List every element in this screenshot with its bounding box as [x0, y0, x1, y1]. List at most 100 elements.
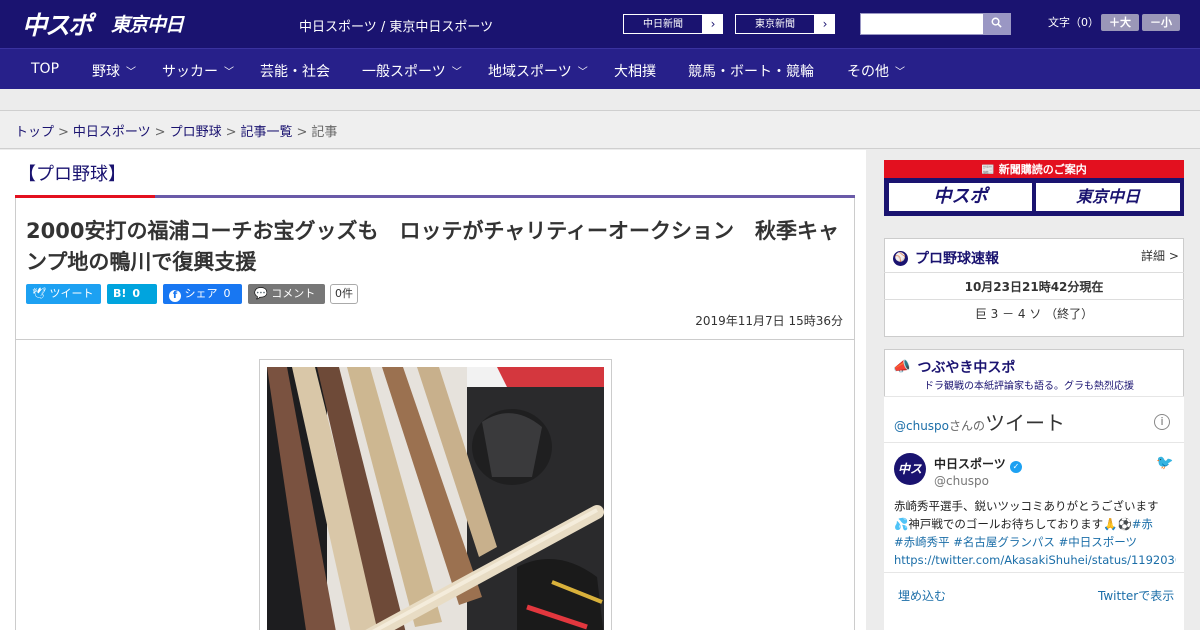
nav-item-local-sports[interactable]: 地域スポーツ ﹀ — [488, 61, 588, 81]
twitter-bird-icon: 🕊 — [32, 287, 46, 300]
article-date: 2019年11月7日 15時36分 — [695, 314, 843, 328]
nav-item-label: 一般スポーツ — [362, 64, 446, 80]
tweet-label: ツイート — [49, 287, 94, 300]
main-nav: TOP 野球 ﹀ サッカー ﹀ 芸能・社会 一般スポーツ ﹀ 地域スポーツ ﹀ 大相撲 … — [0, 48, 1200, 89]
nav-item-label: その他 — [847, 64, 889, 80]
tokyo-shimbun-button[interactable]: 東京新聞 › — [734, 13, 836, 35]
comment-button[interactable]: 💬 コメント — [248, 284, 325, 304]
newspaper-icon: 📰 — [981, 163, 995, 176]
nav-item-racing[interactable]: 競馬・ボート・競輪 — [688, 61, 814, 81]
facebook-count: 0 — [223, 287, 231, 300]
search-input[interactable] — [861, 14, 983, 34]
score-widget-header: ⚾ プロ野球速報 — [893, 248, 999, 268]
subscription-title-text: 新聞購読のご案内 — [998, 163, 1087, 176]
breadcrumb-separator: > — [58, 125, 69, 140]
nav-item-label: 芸能・社会 — [260, 64, 330, 80]
article-category: 【プロ野球】 — [18, 164, 126, 185]
top-header: 中スポ 東京中日 中日スポーツ / 東京中日スポーツ 中日新聞 › 東京新聞 ›… — [0, 0, 1200, 48]
font-size-label: 文字（0） — [1048, 16, 1099, 29]
hatena-bookmark-button[interactable]: B! 0 — [107, 284, 157, 304]
tokyo-chunichi-logo[interactable]: 東京中日 — [111, 10, 209, 44]
score-detail-link[interactable]: 詳細 > — [1141, 247, 1179, 264]
chevron-right-icon: › — [710, 17, 716, 31]
account-avatar[interactable]: 中ス — [894, 453, 926, 485]
breadcrumb-article-list[interactable]: 記事一覧 — [241, 125, 293, 140]
score-widget-title: プロ野球速報 — [915, 251, 999, 267]
speech-bubble-icon: 💬 — [254, 287, 268, 300]
facebook-icon: f — [169, 290, 181, 302]
score-game-result[interactable]: 巨 3 － 4 ソ （終了） — [884, 305, 1184, 322]
timeline-tweets-word: ツイート — [985, 411, 1066, 435]
subscription-title: 📰 新聞購読のご案内 — [884, 161, 1184, 177]
chuspo-logo[interactable]: 中スポ — [22, 6, 102, 40]
nav-item-label: 大相撲 — [614, 64, 656, 80]
tweet-account-name[interactable]: 中日スポーツ ✓ — [934, 455, 1022, 473]
tweet-text-line-2: 💦神戸戦でのゴールお待ちしております🙏⚽#赤 — [894, 515, 1176, 533]
nav-item-label: 競馬・ボート・競輪 — [688, 64, 814, 80]
timeline-handle[interactable]: @chuspo — [894, 419, 949, 433]
nav-item-general-sports[interactable]: 一般スポーツ ﹀ — [362, 61, 462, 81]
tweet-account-handle[interactable]: @chuspo — [934, 474, 989, 488]
search-form — [860, 13, 1011, 35]
tweet-link[interactable]: https://twitter.com/AkasakiShuhei/status… — [894, 551, 1176, 569]
breadcrumb-separator: > — [296, 125, 308, 140]
baseball-bats-photo[interactable] — [267, 367, 604, 630]
megaphone-icon: 📣 — [893, 359, 911, 375]
chevron-right-icon: › — [822, 17, 828, 31]
nav-item-label: 地域スポーツ — [488, 64, 572, 80]
comment-label: コメント — [271, 287, 316, 300]
tweet-hashtags[interactable]: #赤崎秀平 #名古屋グランパス #中日スポーツ — [894, 533, 1176, 551]
nav-item-entertainment[interactable]: 芸能・社会 — [260, 61, 330, 81]
breadcrumb-top[interactable]: トップ — [15, 125, 54, 140]
nav-item-top[interactable]: TOP — [31, 61, 59, 77]
breadcrumb-current: 記事 — [311, 125, 338, 140]
chunichi-shimbun-button[interactable]: 中日新聞 › — [622, 13, 724, 35]
hatena-label: B! — [113, 287, 127, 300]
facebook-share-button[interactable]: f シェア 0 — [163, 284, 242, 304]
chevron-down-icon: ﹀ — [451, 67, 462, 78]
ad-strip — [0, 89, 1200, 111]
nav-item-soccer[interactable]: サッカー ﹀ — [162, 61, 234, 81]
timeline-footer-divider — [884, 572, 1184, 573]
chevron-down-icon: ﹀ — [577, 67, 588, 78]
tweet-widget-subtitle: ドラ観戦の本紙評論家も語る。グラも熱烈応援 — [924, 381, 1134, 392]
search-icon — [991, 17, 1002, 28]
tweet-text-line-2-text: 💦神戸戦でのゴールお待ちしております🙏⚽ — [894, 517, 1132, 531]
tweet-text: 赤崎秀平選手、鋭いツッコミありがとうございます 💦神戸戦でのゴールお待ちしており… — [894, 497, 1176, 569]
breadcrumb-separator: > — [154, 125, 166, 140]
subscribe-tokyo-chunichi-logo[interactable]: 東京中日 — [1036, 183, 1180, 211]
tweet-widget-title: つぶやき中スポ — [917, 360, 1016, 376]
timeline-header: @chuspoさんのツイート — [894, 407, 1065, 436]
twitter-bird-icon: 🐦 — [1156, 455, 1174, 471]
view-on-twitter-link[interactable]: Twitterで表示 — [1098, 587, 1174, 604]
nav-item-baseball[interactable]: 野球 ﹀ — [92, 61, 136, 81]
search-button[interactable] — [983, 14, 1010, 34]
comment-count: 0件 — [330, 284, 358, 304]
chevron-down-icon: ﹀ — [126, 67, 136, 78]
nav-item-sumo[interactable]: 大相撲 — [614, 61, 656, 81]
embed-link[interactable]: 埋め込む — [898, 587, 946, 604]
article-photo-frame — [259, 359, 612, 630]
breadcrumb-pro-baseball[interactable]: プロ野球 — [170, 125, 222, 140]
tweet-hashtag-prefix[interactable]: #赤 — [1132, 517, 1153, 531]
tokyo-shimbun-label: 東京新聞 — [735, 14, 815, 34]
tweet-widget-header: 📣 つぶやき中スポ — [893, 357, 1015, 377]
font-smaller-button[interactable]: －小 — [1142, 14, 1180, 31]
facebook-label: シェア — [184, 287, 218, 300]
hatena-count: 0 — [132, 287, 141, 300]
info-icon[interactable]: i — [1154, 414, 1170, 430]
site-title[interactable]: 中日スポーツ / 東京中日スポーツ — [299, 16, 493, 35]
article-headline: 2000安打の福浦コーチお宝グッズも ロッテがチャリティーオークション 秋季キャ… — [26, 219, 839, 274]
font-bigger-button[interactable]: ＋大 — [1101, 14, 1139, 31]
chevron-down-icon: ﹀ — [895, 67, 905, 78]
nav-item-other[interactable]: その他 ﹀ — [847, 61, 905, 81]
chunichi-shimbun-label: 中日新聞 — [623, 14, 703, 34]
timeline-handle-suffix: さんの — [949, 419, 986, 433]
baseball-icon: ⚾ — [893, 250, 908, 266]
subscribe-chuspo-logo[interactable]: 中スポ — [889, 183, 1032, 211]
breadcrumb-chunichi-sports[interactable]: 中日スポーツ — [73, 125, 151, 140]
tweet-button[interactable]: 🕊 ツイート — [26, 284, 101, 304]
timeline-divider — [884, 442, 1184, 443]
verified-badge-icon: ✓ — [1009, 461, 1022, 473]
tweet-text-line-1: 赤崎秀平選手、鋭いツッコミありがとうございます — [894, 499, 1159, 513]
